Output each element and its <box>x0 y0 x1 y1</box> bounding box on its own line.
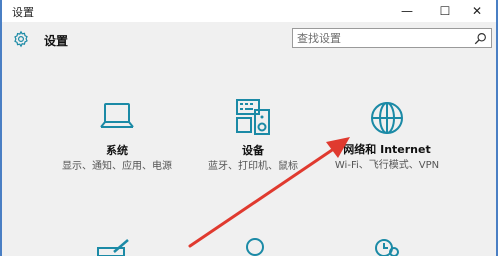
tile-network-label: 网络和 Internet <box>343 143 431 156</box>
personalization-icon[interactable] <box>96 238 132 256</box>
page-title: 设置 <box>44 34 69 48</box>
window-title: 设置 <box>12 6 34 19</box>
title-bar: 设置 — ☐ ✕ <box>2 0 496 22</box>
globe-icon <box>371 102 403 134</box>
tile-devices-label: 设备 <box>242 144 264 157</box>
search-input[interactable] <box>297 31 465 45</box>
tile-system-desc: 显示、通知、应用、电源 <box>62 161 172 172</box>
accounts-icon[interactable] <box>240 236 270 256</box>
tile-system[interactable]: 系统 显示、通知、应用、电源 <box>42 100 192 174</box>
tile-network[interactable]: 网络和 Internet Wi-Fi、飞行模式、VPN <box>312 100 462 173</box>
gear-icon <box>14 30 28 48</box>
tile-devices[interactable]: 设备 蓝牙、打印机、鼠标 <box>178 98 328 174</box>
keyboard-speaker-icon <box>236 99 270 135</box>
tile-system-label: 系统 <box>106 144 128 157</box>
close-button[interactable]: ✕ <box>458 0 496 22</box>
settings-window: 设置 — ☐ ✕ 设置 系统 显示、通知、应用、电源 <box>0 0 498 256</box>
time-language-icon[interactable] <box>372 236 402 256</box>
tile-network-desc: Wi-Fi、飞行模式、VPN <box>334 160 440 171</box>
laptop-icon <box>100 103 134 128</box>
window-left-border <box>0 0 2 256</box>
tile-devices-desc: 蓝牙、打印机、鼠标 <box>208 161 298 172</box>
minimize-button[interactable]: — <box>388 0 426 22</box>
search-icon[interactable] <box>474 32 487 45</box>
search-box[interactable] <box>292 28 492 48</box>
